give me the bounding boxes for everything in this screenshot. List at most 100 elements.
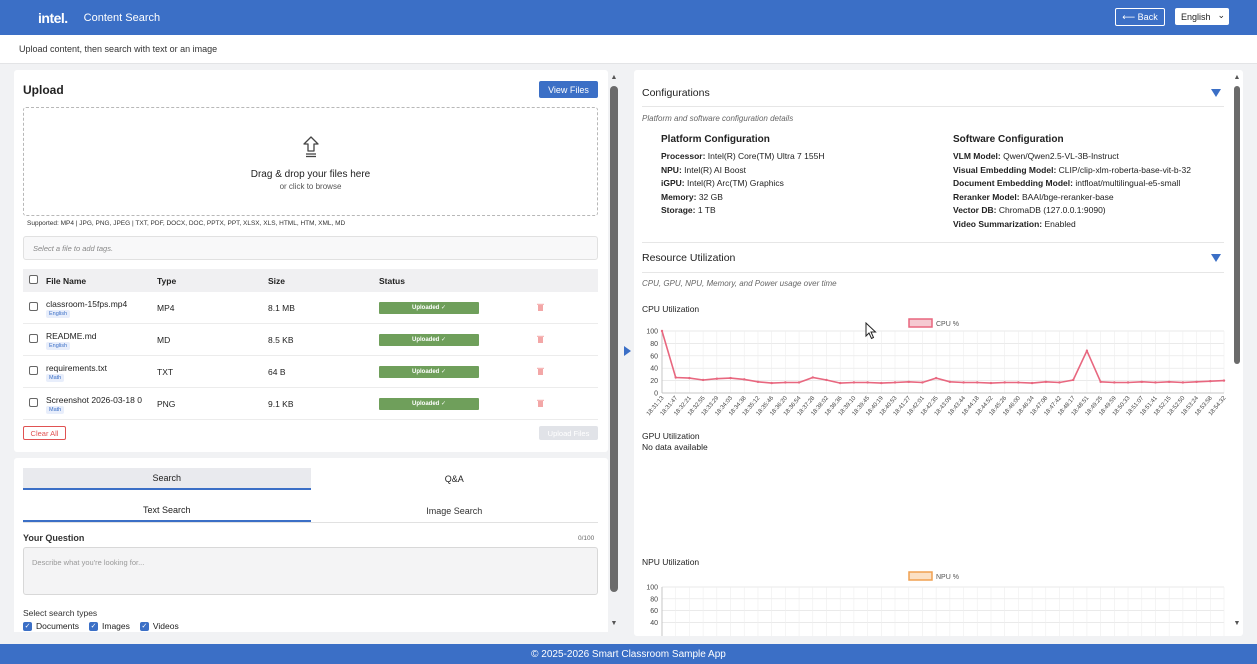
table-row[interactable]: README.md English MD 8.5 KB Uploaded ✓ (23, 324, 598, 356)
config-item: iGPU: Intel(R) Arc(TM) Graphics (661, 177, 824, 191)
data-point (907, 380, 910, 384)
file-dropzone[interactable]: Drag & drop your files here or click to … (23, 107, 598, 216)
row-checkbox[interactable] (29, 334, 38, 343)
config-value: Intel(R) Arc(TM) Graphics (687, 178, 784, 189)
npu-utilization-chart: NPU % 40 60 80 100 (646, 571, 1225, 636)
scroll-down-icon[interactable]: ▼ (608, 620, 620, 627)
table-row[interactable]: requirements.txt Math TXT 64 B Uploaded ✓ (23, 356, 598, 388)
file-size: 9.1 KB (268, 398, 294, 409)
status-badge: Uploaded ✓ (379, 302, 479, 314)
config-item: Storage: 1 TB (661, 204, 824, 218)
right-panel: Configurations Platform and software con… (634, 70, 1243, 636)
data-point (948, 380, 952, 384)
data-point (1003, 381, 1006, 384)
tab-search[interactable]: Search (23, 468, 311, 490)
file-type: MP4 (157, 302, 175, 313)
upload-files-button[interactable]: Upload Files (539, 426, 598, 440)
question-char-count: 0/100 (578, 535, 595, 542)
gpu-chart-label: GPU Utilization (642, 431, 700, 441)
upload-arrow-icon (302, 136, 320, 161)
trash-icon[interactable] (537, 335, 557, 345)
resources-description: CPU, GPU, NPU, Memory, and Power usage o… (642, 279, 837, 288)
resources-toggle-icon[interactable] (1211, 254, 1221, 262)
tab-text-search[interactable]: Text Search (23, 500, 311, 522)
scroll-up-icon[interactable]: ▲ (608, 74, 620, 81)
left-scroll-thumb[interactable] (610, 86, 618, 592)
data-point (1058, 381, 1061, 384)
divider (642, 242, 1224, 243)
status-badge: Uploaded ✓ (379, 366, 479, 378)
gpu-no-data: No data available (642, 442, 708, 452)
back-button[interactable]: ⟵ Back (1115, 8, 1165, 26)
dropzone-title: Drag & drop your files here (250, 169, 371, 180)
config-key: Vector DB: (953, 205, 997, 216)
config-item: NPU: Intel(R) AI Boost (661, 164, 824, 178)
scroll-down-icon[interactable]: ▼ (1231, 620, 1243, 627)
data-point (811, 376, 814, 379)
data-point (1030, 381, 1034, 385)
data-point (1195, 380, 1198, 384)
row-checkbox[interactable] (29, 366, 38, 375)
platform-config-list: Processor: Intel(R) Core(TM) Ultra 7 155… (661, 150, 824, 218)
trash-icon[interactable] (537, 367, 557, 377)
right-scrollbar[interactable]: ▲ ▼ (1231, 70, 1243, 636)
collapse-panel-icon[interactable] (624, 346, 631, 356)
y-tick-label: 40 (650, 620, 658, 627)
left-scrollbar[interactable]: ▲ ▼ (608, 70, 620, 632)
y-tick-label: 80 (650, 341, 658, 348)
check-icon: ✓ (139, 621, 149, 631)
data-point (784, 381, 787, 384)
page-subtitle: Upload content, then search with text or… (0, 35, 1257, 64)
y-tick-label: 20 (650, 378, 658, 385)
tab-image-search[interactable]: Image Search (311, 500, 599, 522)
file-tag-badge: English (46, 310, 71, 318)
type-documents-checkbox[interactable]: ✓ Documents (23, 621, 79, 631)
mouse-cursor-icon (865, 322, 877, 340)
right-scroll-thumb[interactable] (1234, 86, 1240, 364)
view-files-button[interactable]: View Files (539, 81, 598, 98)
config-item: Document Embedding Model: intfloat/multi… (953, 177, 1191, 191)
select-all-checkbox[interactable] (29, 275, 38, 284)
data-point (1140, 380, 1143, 384)
trash-icon[interactable] (537, 303, 557, 313)
config-value: intfloat/multilingual-e5-small (1075, 178, 1181, 189)
data-point (756, 380, 760, 384)
type-videos-checkbox[interactable]: ✓ Videos (139, 621, 179, 631)
config-key: Memory: (661, 191, 697, 202)
column-status: Status (379, 275, 405, 286)
tag-selector[interactable]: Select a file to add tags. (23, 236, 598, 260)
configurations-toggle-icon[interactable] (1211, 89, 1221, 97)
language-select[interactable]: English ⌄ (1175, 8, 1229, 25)
question-input[interactable]: Describe what you're looking for... (23, 547, 598, 595)
data-point (825, 378, 828, 382)
table-header: File Name Type Size Status (23, 269, 598, 292)
clear-all-button[interactable]: Clear All (23, 426, 66, 440)
npu-chart-label: NPU Utilization (642, 557, 700, 567)
type-images-checkbox[interactable]: ✓ Images (89, 621, 130, 631)
table-row[interactable]: classroom-15fps.mp4 English MP4 8.1 MB Uploa… (23, 292, 598, 324)
y-tick-label: 40 (650, 366, 658, 373)
data-point (1154, 381, 1157, 384)
scroll-up-icon[interactable]: ▲ (1231, 74, 1243, 81)
row-checkbox[interactable] (29, 398, 38, 407)
config-key: iGPU: (661, 178, 685, 189)
tab-qa[interactable]: Q&A (311, 468, 599, 490)
data-point (1099, 380, 1102, 384)
question-label: Your Question (23, 533, 85, 543)
file-size: 64 B (268, 366, 286, 377)
software-config-list: VLM Model: Qwen/Qwen2.5-VL-3B-Instruct Vi… (953, 150, 1191, 232)
data-point (1222, 379, 1226, 382)
legend-swatch (908, 571, 933, 581)
config-key: VLM Model: (953, 151, 1001, 161)
check-icon: ✓ (89, 621, 98, 631)
table-row[interactable]: Screenshot 2026-03-18 0 Math PNG 9.1 KB Uplo… (23, 388, 598, 420)
row-checkbox[interactable] (29, 302, 38, 311)
data-point (934, 376, 938, 380)
data-point (1209, 380, 1212, 383)
file-tag-badge: Math (46, 374, 65, 382)
type-videos-label: Videos (152, 621, 179, 631)
config-value: Qwen/Qwen2.5-VL-3B-Instruct (1003, 151, 1119, 161)
file-size: 8.5 KB (268, 334, 294, 345)
status-badge: Uploaded ✓ (379, 398, 479, 410)
trash-icon[interactable] (537, 399, 557, 409)
